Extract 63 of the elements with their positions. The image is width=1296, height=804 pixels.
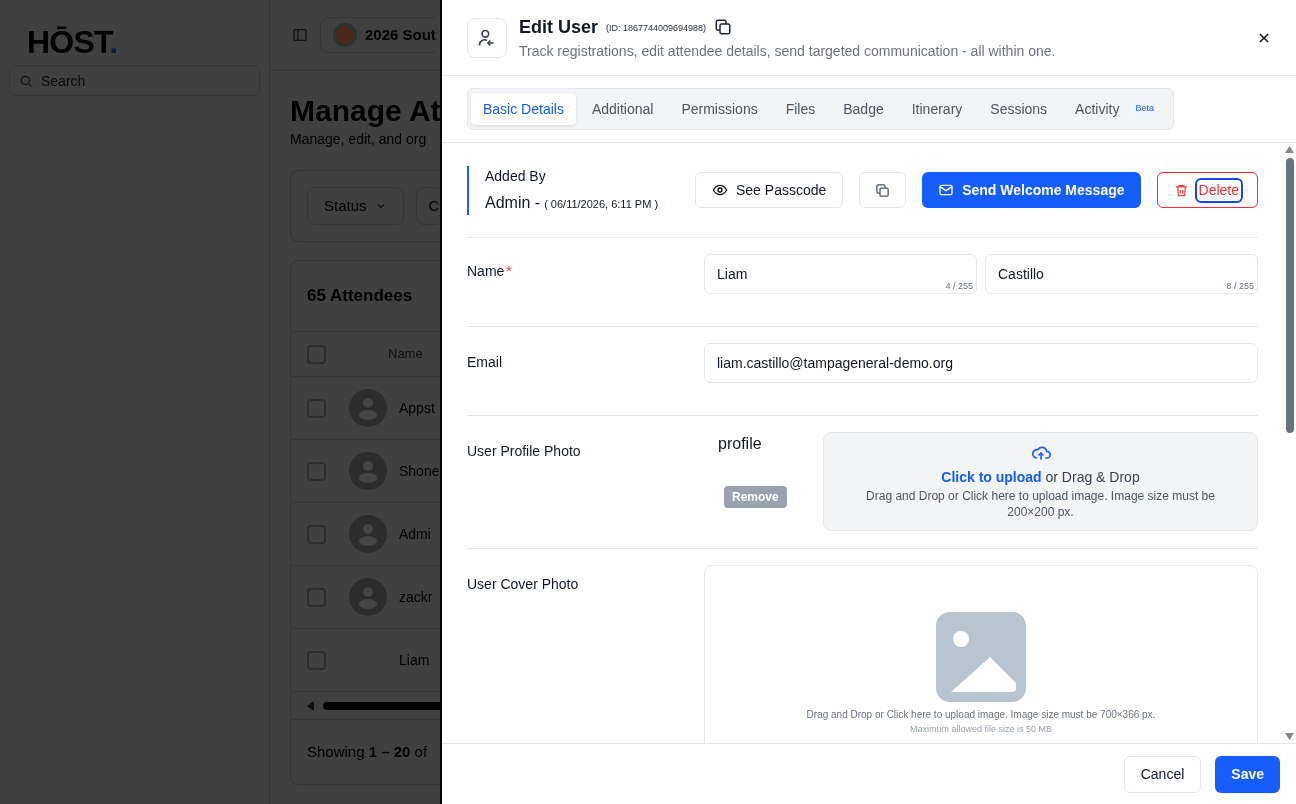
tab[interactable]: Additional xyxy=(579,93,666,125)
email-input[interactable]: liam.castillo@tampageneral-demo.org xyxy=(704,343,1258,383)
cover-dropzone[interactable]: Drag and Drop or Click here to upload image. Image size must be 700×366 px. Maximum allowed file size is 50 MB xyxy=(704,565,1258,743)
scroll-left-icon[interactable] xyxy=(307,700,315,711)
tab[interactable]: Itinerary xyxy=(899,93,975,125)
trash-icon xyxy=(1173,182,1189,198)
close-icon[interactable] xyxy=(1257,30,1271,45)
upload-text: or Drag & Drop xyxy=(1045,469,1140,485)
see-passcode-button[interactable]: See Passcode xyxy=(695,172,844,208)
table-cell-text: Shone xyxy=(399,461,440,481)
broken-image-text: profile xyxy=(718,434,762,454)
upload-link[interactable]: Click to upload xyxy=(941,469,1042,485)
eye-icon xyxy=(712,182,728,198)
tab[interactable]: Basic Details xyxy=(471,93,576,125)
char-counter: 8 / 255 xyxy=(1226,279,1254,293)
image-placeholder-icon xyxy=(936,612,1026,702)
modal-subtitle: Track registrations, edit attendee details, send targeted communication - all within one. xyxy=(519,41,1056,61)
required-mark: * xyxy=(506,262,512,281)
delete-button[interactable]: Delete xyxy=(1156,172,1258,208)
page-subtitle: Manage, edit, and org xyxy=(290,130,427,149)
save-button[interactable]: Save xyxy=(1215,755,1280,793)
mail-icon xyxy=(938,182,955,198)
table-cell-text: Liam xyxy=(399,650,430,670)
tab[interactable]: Files xyxy=(773,93,828,125)
logo: HŌST. xyxy=(27,24,118,60)
copy-icon[interactable] xyxy=(714,18,733,36)
added-date: ( 06/11/2026, 6:11 PM ) xyxy=(544,196,659,212)
modal-title: Edit User xyxy=(519,15,599,39)
table-cell-text: Admi xyxy=(399,524,431,544)
table-cell-text: Appst xyxy=(399,398,435,418)
field-label: Email xyxy=(467,354,502,370)
page-title: Manage At xyxy=(290,93,440,129)
char-counter: 4 / 255 xyxy=(945,279,973,293)
tab[interactable]: Sessions xyxy=(978,93,1060,125)
event-logo-icon xyxy=(333,23,357,47)
table-cell-text: zackr xyxy=(399,587,433,607)
send-welcome-button[interactable]: Send Welcome Message xyxy=(922,172,1141,208)
search-icon xyxy=(19,74,33,88)
pagination-text: Showing 1 – 20 of xyxy=(307,741,428,762)
field-label: Name xyxy=(467,262,505,281)
tab[interactable]: Permissions xyxy=(669,93,770,125)
field-label: User Profile Photo xyxy=(467,443,581,459)
field-label: User Cover Photo xyxy=(467,576,579,592)
upload-hint: Drag and Drop or Click here to upload image. Image size must be 200×200 px. xyxy=(865,488,1216,520)
attendees-count: 65 Attendees xyxy=(307,285,413,308)
cover-hint: Drag and Drop or Click here to upload image. Image size must be 700×366 px. xyxy=(806,708,1156,722)
added-by-name: Admin - xyxy=(485,192,541,213)
max-size-text: Maximum allowed file size is 50 MB xyxy=(909,723,1052,736)
copy-button[interactable] xyxy=(859,172,907,208)
scrollbar-thumb[interactable] xyxy=(1285,158,1294,433)
beta-badge: Beta xyxy=(1131,102,1158,116)
user-arrow-icon xyxy=(477,27,497,48)
user-id: (ID: 1867744009694988) xyxy=(606,21,707,35)
tab[interactable]: Badge xyxy=(831,93,896,125)
sidebar-toggle-icon[interactable] xyxy=(292,27,308,43)
upload-dropzone[interactable]: Click to upload or Drag & Drop Drag and Drop or Click here to upload image. Image size must be 200×200 px. xyxy=(823,432,1258,531)
scrollbar-thumb[interactable] xyxy=(323,701,440,710)
copy-icon xyxy=(875,182,891,198)
scroll-up-icon[interactable] xyxy=(1285,146,1294,153)
tab[interactable]: Activity Beta xyxy=(1063,93,1170,125)
added-by-label: Added By xyxy=(485,166,546,186)
cancel-button[interactable]: Cancel xyxy=(1123,755,1202,793)
scroll-down-icon[interactable] xyxy=(1285,733,1294,740)
